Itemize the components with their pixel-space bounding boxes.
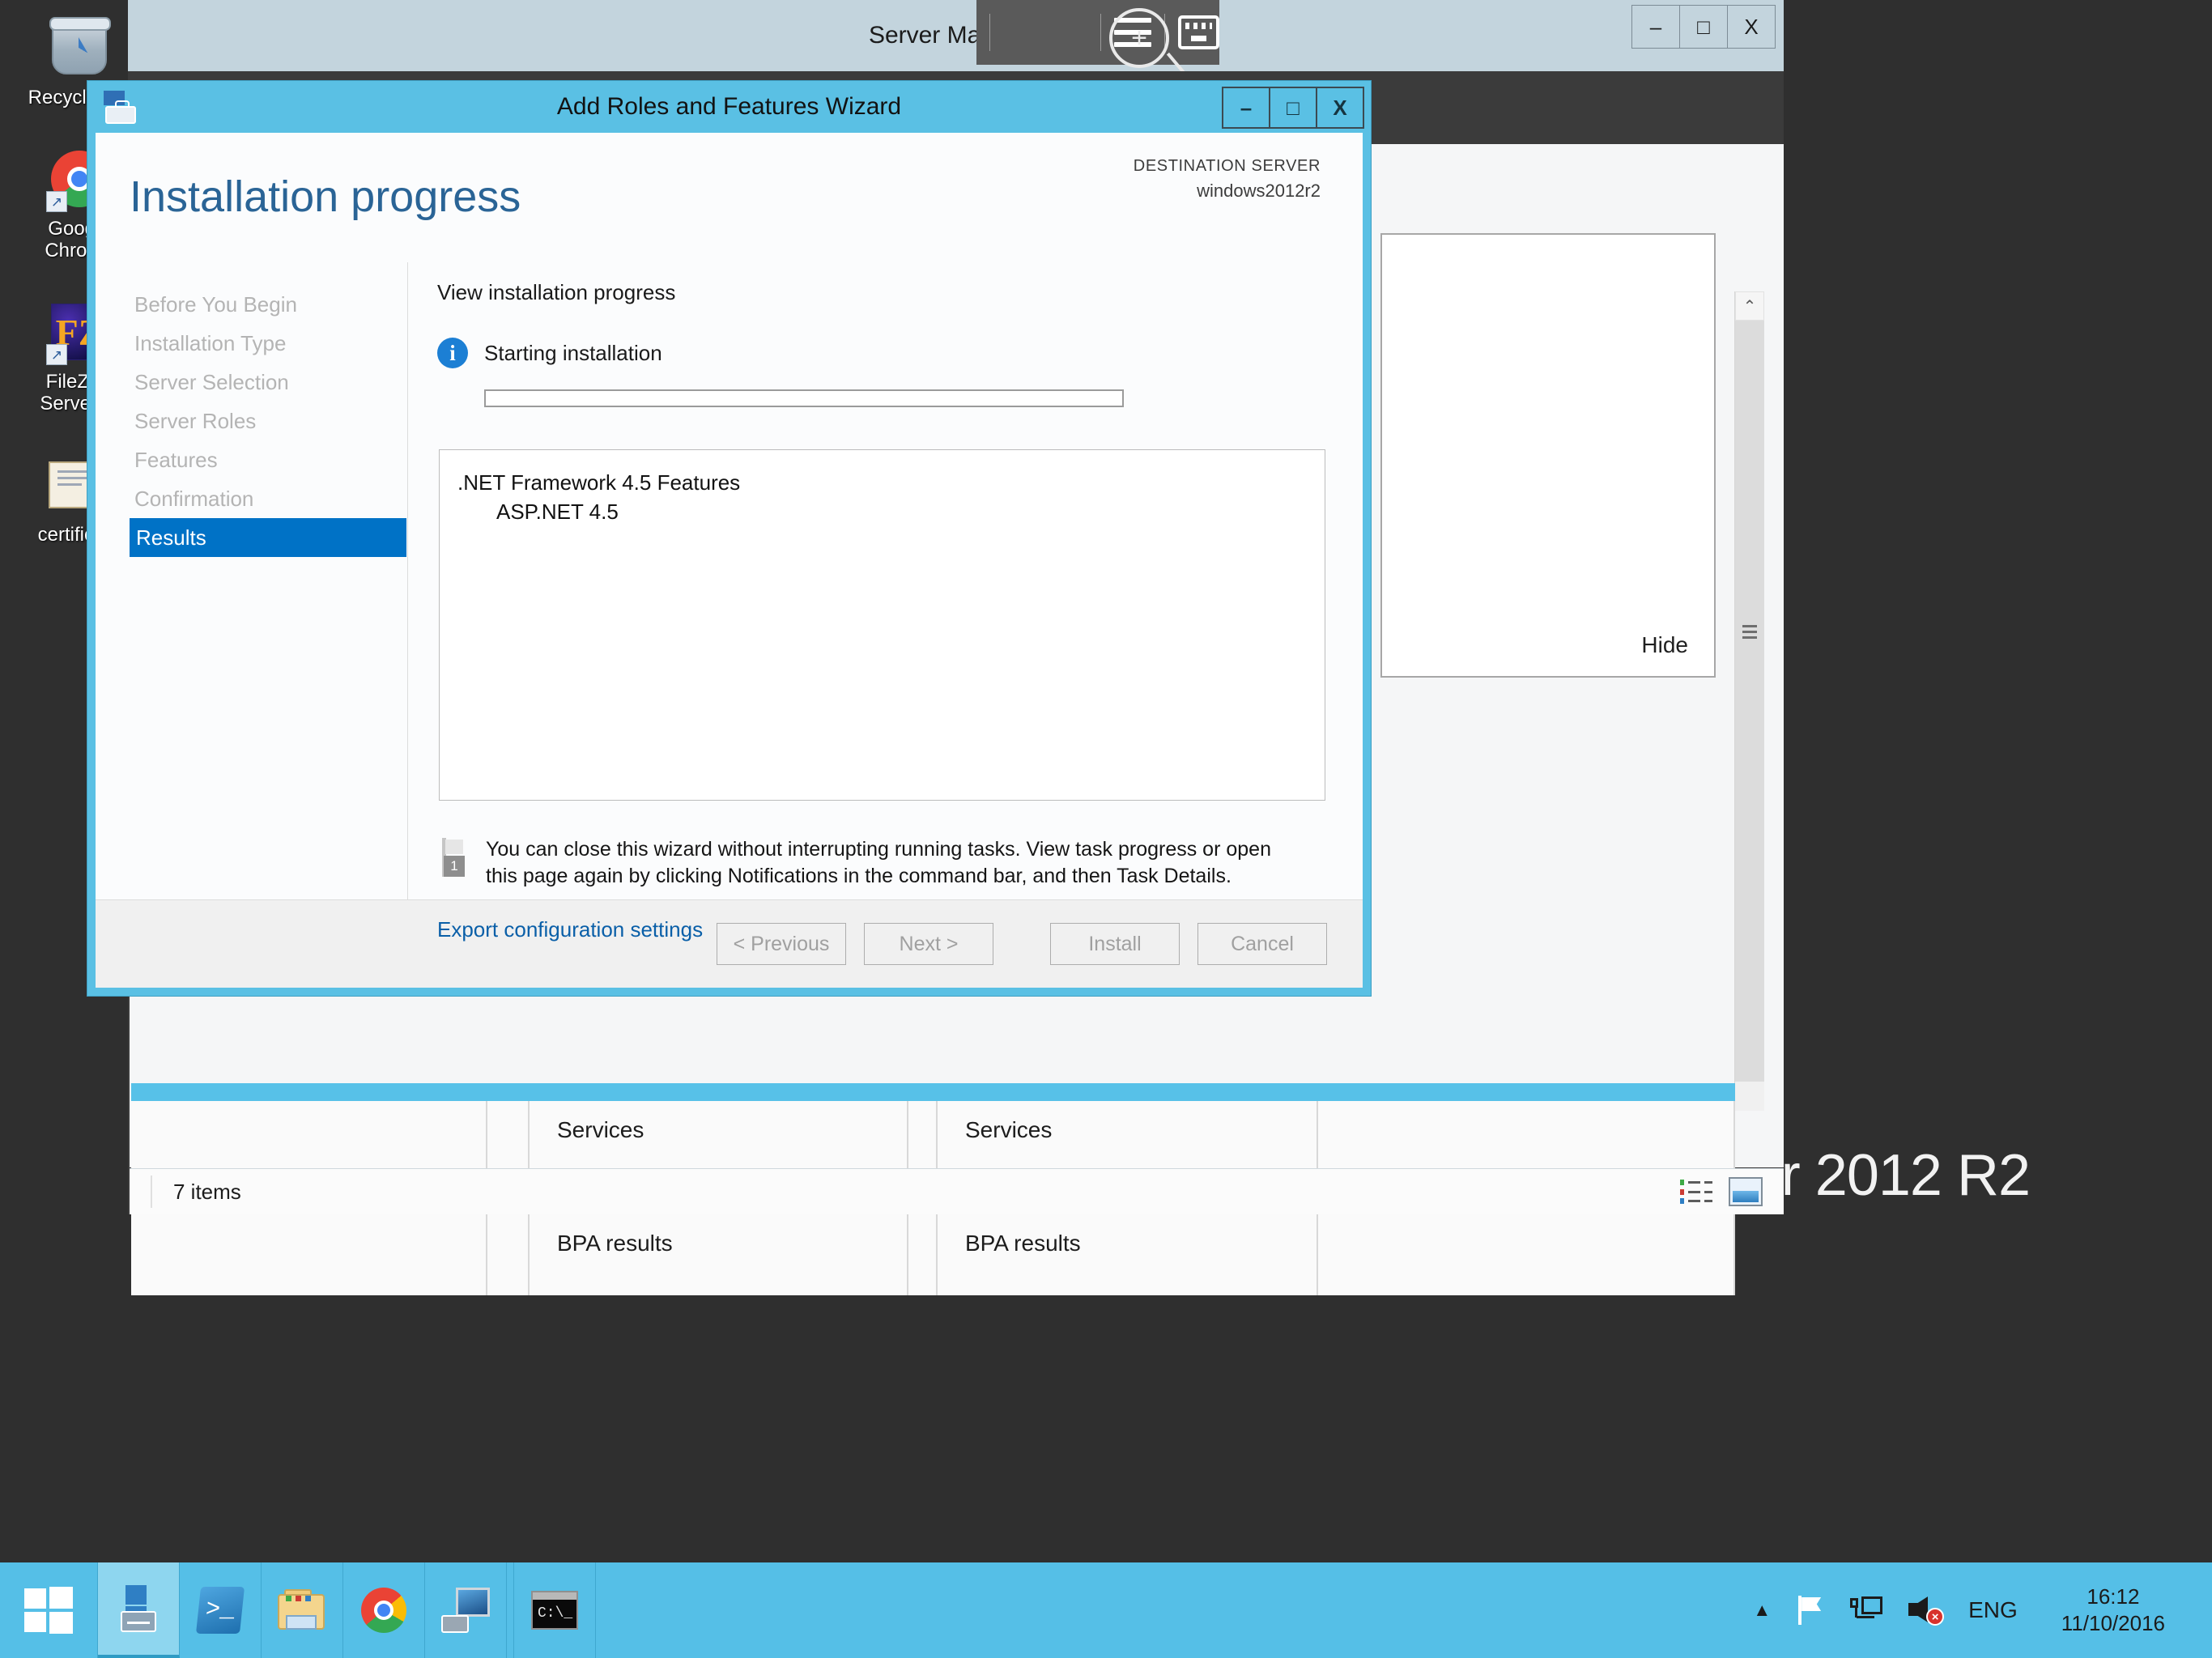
tile-link-services[interactable]: Services [965,1117,1317,1143]
wizard-window-buttons: – □ X [1222,87,1364,129]
speaker-muted-icon: × [1908,1596,1945,1626]
language-label: ENG [1968,1597,2018,1622]
nav-step-features[interactable]: Features [96,440,407,479]
taskbar-item-file-explorer[interactable] [262,1562,343,1658]
file-explorer-icon [278,1589,326,1631]
server-manager-titlebar: Server Manager – □ X + [128,0,1784,71]
installation-status-row: i Starting installation [437,338,1363,368]
accessibility-toolbar [976,0,1219,65]
shortcut-arrow-icon: ↗ [46,344,67,365]
nav-step-installation-type[interactable]: Installation Type [96,324,407,363]
maximize-button[interactable]: □ [1679,5,1728,49]
nav-step-results[interactable]: Results [130,518,406,557]
panel-accent-bar [131,1083,1735,1101]
taskbar-item-powershell[interactable]: >_ [180,1562,262,1658]
windows-start-icon [24,1587,73,1634]
start-button[interactable] [0,1562,98,1658]
nav-step-server-roles[interactable]: Server Roles [96,402,407,440]
add-roles-features-wizard[interactable]: Add Roles and Features Wizard – □ X Inst… [87,81,1371,996]
clock[interactable]: 16:12 11/10/2016 [2031,1562,2196,1658]
show-hidden-icons-button[interactable]: ▲ [1740,1562,1784,1658]
taskbar-item-server-manager-2[interactable] [425,1562,507,1658]
destination-server-label: DESTINATION SERVER [1133,157,1321,175]
wizard-app-icon [104,91,138,125]
taskbar-divider [507,1562,514,1658]
list-item: .NET Framework 4.5 Features [457,470,741,495]
wizard-title: Add Roles and Features Wizard [556,93,902,120]
clock-time: 16:12 [2087,1584,2140,1609]
clock-date: 11/10/2016 [2061,1611,2165,1635]
action-center-button[interactable] [1784,1562,1837,1658]
magnifier-icon: + [1109,8,1169,68]
section-heading: View installation progress [437,280,676,304]
destination-server-block: DESTINATION SERVER windows2012r2 [1134,157,1321,202]
powershell-icon: >_ [195,1587,245,1634]
wizard-minimize-button[interactable]: – [1222,87,1270,129]
nav-step-confirmation[interactable]: Confirmation [96,479,407,518]
wizard-step-nav: Before You Begin Installation Type Serve… [96,262,407,899]
content-scrollbar[interactable]: ⌃ [1734,291,1764,1111]
export-configuration-link[interactable]: Export configuration settings [437,917,1363,942]
taskbar-item-command-prompt[interactable]: C:\_ [514,1562,596,1658]
status-items-count: 7 items [173,1179,241,1204]
minimize-button[interactable]: – [1631,5,1680,49]
installed-features-list[interactable]: .NET Framework 4.5 Features ASP.NET 4.5 [439,449,1325,801]
flag-icon [1797,1596,1824,1625]
system-tray: ▲ × ENG 16:12 11/10/2016 [1740,1562,2212,1658]
recycle-bin-icon [46,15,113,81]
chrome-icon [361,1588,406,1633]
nav-step-server-selection[interactable]: Server Selection [96,363,407,402]
installation-progress-bar [484,389,1124,407]
wizard-main: Before You Begin Installation Type Serve… [96,262,1363,942]
taskbar-item-server-manager[interactable] [98,1562,180,1658]
computer-management-icon [441,1588,490,1633]
info-icon: i [437,338,468,368]
wizard-note: 1 You can close this wizard without inte… [437,836,1295,890]
destination-server-name: windows2012r2 [1197,181,1321,201]
server-manager-window-buttons: – □ X [1631,5,1776,49]
server-manager-icon [116,1585,161,1632]
taskbar-item-google-chrome[interactable] [343,1562,425,1658]
installation-status-text: Starting installation [484,340,662,365]
wizard-header: Installation progress DESTINATION SERVER… [96,133,1363,262]
note-text: You can close this wizard without interr… [486,838,1271,887]
shortcut-arrow-icon: ↗ [46,191,67,212]
scrollbar-thumb[interactable] [1735,583,1764,680]
chevron-up-icon: ▲ [1753,1600,1772,1620]
hide-link[interactable]: Hide [1641,632,1688,658]
wizard-body: Installation progress DESTINATION SERVER… [96,133,1363,988]
dashboard-panel: Hide [1380,233,1716,678]
language-indicator[interactable]: ENG [1955,1562,2031,1658]
wizard-footer: < Previous Next > Install Cancel [96,899,1363,988]
wizard-titlebar: Add Roles and Features Wizard – □ X [87,81,1371,133]
nav-step-before-you-begin[interactable]: Before You Begin [96,285,407,324]
volume-button[interactable]: × [1895,1562,1955,1658]
tile-link-bpa-results[interactable]: BPA results [965,1231,1317,1256]
view-mode-icons [1680,1177,1784,1206]
list-item: ASP.NET 4.5 [496,500,619,524]
server-manager-statusbar: 7 items [130,1168,1784,1214]
notification-flag-icon: 1 [437,838,470,877]
desktop: Recycle Bin ↗ Google Chrome FZ ↗ FileZil… [0,0,2212,1658]
close-button[interactable]: X [1727,5,1776,49]
wizard-maximize-button[interactable]: □ [1269,87,1317,129]
network-icon [1850,1596,1883,1624]
page-title: Installation progress [130,172,521,221]
tile-link-bpa-results[interactable]: BPA results [557,1231,907,1256]
wizard-close-button[interactable]: X [1316,87,1364,129]
on-screen-keyboard-icon[interactable] [1178,15,1219,49]
scroll-up-arrow-icon[interactable]: ⌃ [1735,291,1764,321]
scrollbar-track[interactable] [1735,321,1764,1082]
tile-link-services[interactable]: Services [557,1117,907,1143]
command-prompt-icon: C:\_ [531,1591,578,1630]
wizard-content-pane: View installation progress i Starting in… [407,262,1363,942]
details-view-icon[interactable] [1680,1180,1712,1204]
network-button[interactable] [1837,1562,1895,1658]
taskbar: >_ C:\_ ▲ × ENG 16:12 11/10/2016 [0,1562,2212,1658]
thumbnail-view-icon[interactable] [1729,1177,1763,1206]
